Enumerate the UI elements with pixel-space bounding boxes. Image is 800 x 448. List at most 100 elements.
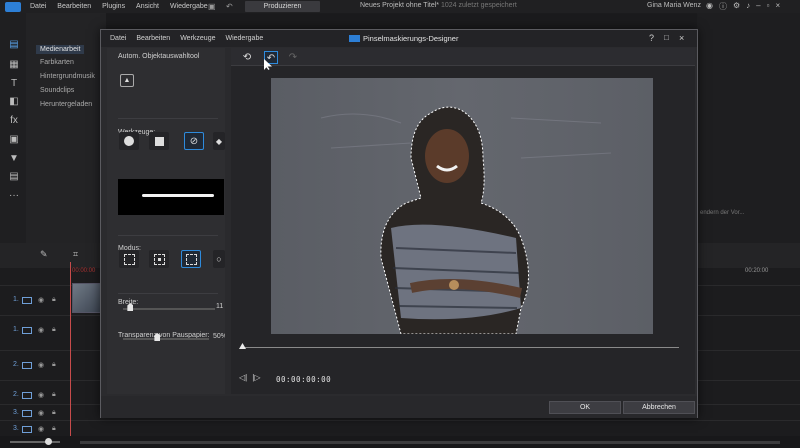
brush-size-preview xyxy=(118,179,224,215)
add-mode-icon xyxy=(123,253,135,265)
eye-icon[interactable]: ◉ xyxy=(38,361,44,369)
canvas-toolbar xyxy=(231,48,695,66)
frame-timeline[interactable] xyxy=(243,347,679,348)
dialog-menu-datei[interactable]: Datei xyxy=(110,35,126,42)
pen-icon[interactable]: ✎ xyxy=(40,249,48,260)
play-icon[interactable]: |▷ xyxy=(252,373,260,382)
dialog-logo xyxy=(349,35,360,42)
eye-icon[interactable]: ◉ xyxy=(38,391,44,399)
user-icon[interactable]: ◉ xyxy=(706,1,713,12)
eye-icon[interactable]: ◉ xyxy=(38,326,44,334)
bell-icon[interactable]: ♪ xyxy=(746,1,750,12)
media-panel: Medienarbeit Farbkarten Hintergrundmusik… xyxy=(26,13,106,243)
smart-brush-button[interactable]: ⊘ xyxy=(184,132,204,150)
lock-icon[interactable]: 🔒︎ xyxy=(52,326,56,334)
dialog-menu-werkzeuge[interactable]: Werkzeuge xyxy=(180,35,215,42)
maximize-icon[interactable]: □ xyxy=(664,33,669,42)
lock-icon[interactable]: 🔒︎ xyxy=(52,425,56,433)
auto-object-select-icon[interactable]: ▲ xyxy=(120,74,134,87)
preview-text: endern der Vor... xyxy=(700,210,745,216)
divider xyxy=(118,235,218,236)
eye-icon[interactable]: ◉ xyxy=(38,409,44,417)
film-icon[interactable]: ▦ xyxy=(8,59,20,71)
timeline-scrollbar[interactable] xyxy=(80,441,780,444)
media-item[interactable]: Soundclips xyxy=(40,87,74,94)
round-brush-button[interactable] xyxy=(119,132,139,150)
masked-subject-illustration xyxy=(320,106,612,334)
undo-icon[interactable]: ↶ xyxy=(226,2,233,11)
window-controls: ◉ ⓘ ⚙ ♪ – ▫ × xyxy=(706,1,780,12)
dialog-menu-wiedergabe[interactable]: Wiedergabe xyxy=(225,35,263,42)
lock-icon[interactable]: 🔒︎ xyxy=(52,391,56,399)
app-title-bar: Datei Bearbeiten Plugins Ansicht Wiederg… xyxy=(0,0,800,13)
brush-mask-designer-dialog: Datei Bearbeiten Werkzeuge Wiedergabe Pi… xyxy=(100,29,698,418)
minimize-icon[interactable]: – xyxy=(756,1,760,12)
produce-button[interactable]: Produzieren xyxy=(245,1,320,12)
subject-face xyxy=(425,129,469,183)
width-value: 11 xyxy=(216,303,224,310)
ok-button[interactable]: OK xyxy=(549,401,621,414)
info-icon[interactable]: ⓘ xyxy=(719,1,727,12)
subtract-mode-icon xyxy=(153,253,165,265)
media-item[interactable]: Heruntergeladen xyxy=(40,101,92,108)
video-clip-thumbnail[interactable] xyxy=(72,283,102,313)
transition-icon[interactable]: ◧ xyxy=(8,96,20,108)
video-track-icon xyxy=(22,297,32,304)
menu-bearbeiten[interactable]: Bearbeiten xyxy=(57,3,91,10)
media-item[interactable]: Farbkarten xyxy=(40,59,74,66)
restore-icon[interactable]: ▫ xyxy=(767,1,770,12)
menu-wiedergabe[interactable]: Wiedergabe xyxy=(170,3,208,10)
mode-subtract-button[interactable] xyxy=(149,250,169,268)
lock-icon[interactable]: 🔒︎ xyxy=(52,409,56,417)
width-slider-track[interactable] xyxy=(123,308,215,310)
track-number: 1. xyxy=(13,326,19,333)
zoom-slider-knob[interactable] xyxy=(45,438,52,445)
media-item[interactable]: Hintergrundmusik xyxy=(40,73,95,80)
track-row: 3. ◉ 🔒︎ xyxy=(0,420,800,436)
subtitle-icon[interactable]: ▤ xyxy=(8,171,20,183)
menu-datei[interactable]: Datei xyxy=(30,3,46,10)
redo-icon[interactable]: ↷ xyxy=(286,51,300,64)
particle-icon[interactable]: ▼ xyxy=(8,153,20,165)
more-icon[interactable]: ··· xyxy=(8,190,20,202)
ruler-time-end: 00:20:00 xyxy=(745,268,769,274)
close-icon[interactable]: × xyxy=(775,1,780,12)
video-frame-preview[interactable] xyxy=(271,78,653,334)
mode-intersect-button[interactable] xyxy=(181,250,201,268)
menu-plugins[interactable]: Plugins xyxy=(102,3,125,10)
board-writing xyxy=(520,152,612,159)
gear-icon[interactable]: ⚙ xyxy=(733,1,740,12)
timeline-playhead[interactable] xyxy=(70,262,71,448)
mode-add-button[interactable] xyxy=(119,250,139,268)
eye-icon[interactable]: ◉ xyxy=(38,425,44,433)
mode-more-button[interactable]: ○ xyxy=(213,250,225,268)
eraser-button[interactable]: ◆ xyxy=(213,132,225,150)
square-brush-button[interactable] xyxy=(149,132,169,150)
track-number: 3. xyxy=(13,409,19,416)
zoom-slider-track[interactable] xyxy=(10,441,60,443)
ruler-time-start: 00:00:00 xyxy=(72,268,96,274)
app-logo xyxy=(5,1,21,12)
help-button[interactable]: ? xyxy=(649,33,654,43)
tracing-slider-track[interactable] xyxy=(123,338,209,340)
crop-icon[interactable]: ⌗ xyxy=(73,249,78,260)
menu-ansicht[interactable]: Ansicht xyxy=(136,3,159,10)
media-room-icon[interactable]: ▤ xyxy=(8,39,20,51)
intersect-mode-icon xyxy=(185,253,197,265)
board-writing xyxy=(320,113,402,124)
reset-icon[interactable]: ⟲ xyxy=(240,51,254,64)
dialog-menu-bearbeiten[interactable]: Bearbeiten xyxy=(136,35,170,42)
cancel-button[interactable]: Abbrechen xyxy=(623,401,695,414)
eye-icon[interactable]: ◉ xyxy=(38,296,44,304)
dialog-close-icon[interactable]: × xyxy=(679,33,684,43)
pip-icon[interactable]: ▣ xyxy=(8,134,20,146)
previous-frame-icon[interactable]: ◁| xyxy=(239,373,247,382)
save-icon[interactable]: ▣ xyxy=(208,2,216,11)
effects-icon[interactable]: fx xyxy=(8,115,20,127)
lock-icon[interactable]: 🔒︎ xyxy=(52,361,56,369)
circle-mode-icon: ○ xyxy=(216,254,222,264)
lock-icon[interactable]: 🔒︎ xyxy=(52,296,56,304)
title-icon[interactable]: T xyxy=(8,78,20,90)
media-item[interactable]: Medienarbeit xyxy=(36,45,85,54)
circle-brush-icon xyxy=(124,136,134,146)
